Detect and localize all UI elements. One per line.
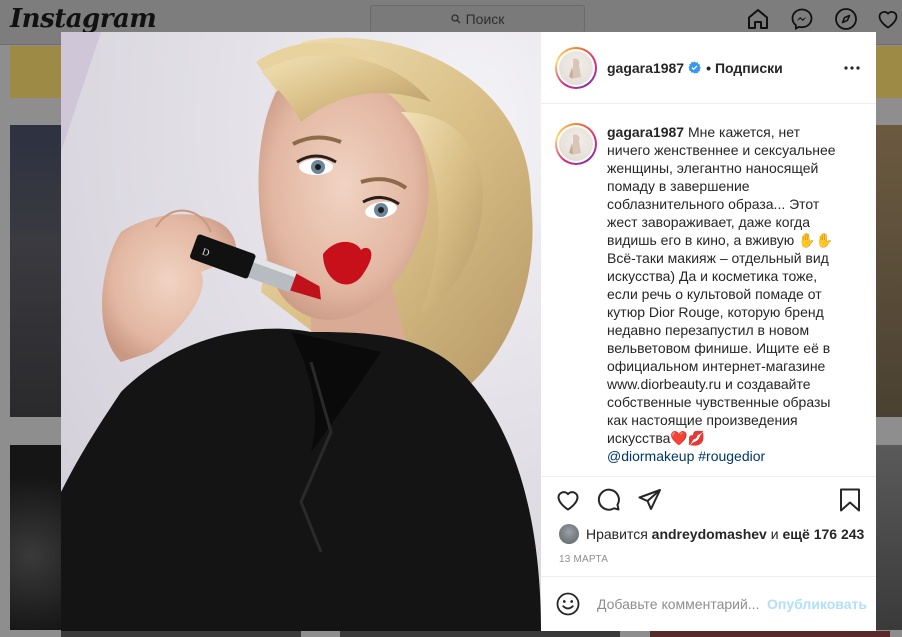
background-grid-post[interactable] bbox=[61, 631, 301, 637]
background-grid-post[interactable] bbox=[650, 631, 890, 637]
search-box[interactable]: Поиск bbox=[370, 5, 585, 33]
more-options-icon[interactable] bbox=[842, 58, 862, 78]
verified-badge-icon bbox=[688, 61, 701, 74]
comment-bar: Опубликовать bbox=[541, 576, 876, 631]
likes-prefix: Нравится bbox=[586, 526, 648, 542]
caption-username[interactable]: gagara1987 bbox=[607, 124, 684, 140]
post-date[interactable]: 13 марта bbox=[559, 554, 608, 565]
bookmark-icon[interactable] bbox=[837, 487, 863, 513]
publish-button[interactable]: Опубликовать bbox=[767, 596, 867, 612]
avatar-figure bbox=[569, 57, 581, 79]
action-bar bbox=[541, 487, 876, 517]
caption-text: gagara1987 Мне кажется, нет ничего женст… bbox=[607, 123, 839, 476]
emoji-smile-icon[interactable] bbox=[555, 591, 581, 617]
comment-icon[interactable] bbox=[596, 487, 622, 513]
follow-status-button[interactable]: Подписки bbox=[715, 60, 783, 76]
like-heart-icon[interactable] bbox=[555, 487, 581, 513]
background-story-strip-right bbox=[876, 46, 902, 98]
share-icon[interactable] bbox=[637, 487, 663, 513]
avatar-border bbox=[557, 125, 595, 163]
home-icon[interactable] bbox=[746, 7, 770, 31]
compass-icon[interactable] bbox=[834, 7, 858, 31]
author-avatar[interactable] bbox=[555, 46, 597, 89]
avatar-image bbox=[559, 50, 593, 85]
likes-connector: и bbox=[770, 526, 779, 542]
background-grid-post[interactable] bbox=[876, 125, 902, 417]
post-header: gagara1987 • Подписки bbox=[541, 32, 876, 104]
likes-line: Нравится andreydomashev и ещё 176 243 bbox=[559, 523, 864, 545]
post-details-panel: gagara1987 • Подписки gagara1987 Мне каж… bbox=[541, 32, 876, 631]
caption-area: gagara1987 Мне кажется, нет ничего женст… bbox=[541, 105, 876, 477]
background-grid-post[interactable] bbox=[876, 445, 902, 630]
background-grid-post[interactable] bbox=[340, 631, 620, 637]
background-grid-post[interactable] bbox=[10, 445, 61, 630]
author-username[interactable]: gagara1987 bbox=[607, 60, 684, 76]
likes-count[interactable]: ещё 176 243 bbox=[782, 526, 864, 542]
liker-avatar[interactable] bbox=[559, 524, 579, 544]
messenger-icon[interactable] bbox=[790, 7, 814, 31]
search-placeholder: Поиск bbox=[465, 11, 505, 27]
instagram-logo[interactable]: Instagram bbox=[10, 4, 157, 34]
caption-body: Мне кажется, нет ничего женственнее и се… bbox=[607, 124, 836, 446]
activity-heart-icon[interactable] bbox=[876, 7, 900, 31]
post-photo-illustration: D bbox=[61, 32, 541, 631]
avatar-figure bbox=[569, 134, 581, 155]
comment-input[interactable] bbox=[597, 596, 765, 612]
background-story-strip bbox=[10, 46, 61, 98]
avatar-image bbox=[559, 127, 593, 161]
separator-dot: • bbox=[706, 59, 711, 76]
caption-hashtags[interactable]: @diormakeup #rougedior bbox=[607, 447, 839, 465]
avatar-border bbox=[557, 48, 595, 87]
post-photo[interactable]: D bbox=[61, 32, 541, 631]
search-icon bbox=[450, 14, 461, 24]
liker-username[interactable]: andreydomashev bbox=[652, 526, 767, 542]
caption-author-avatar[interactable] bbox=[555, 123, 597, 165]
background-grid-post[interactable] bbox=[10, 125, 61, 417]
